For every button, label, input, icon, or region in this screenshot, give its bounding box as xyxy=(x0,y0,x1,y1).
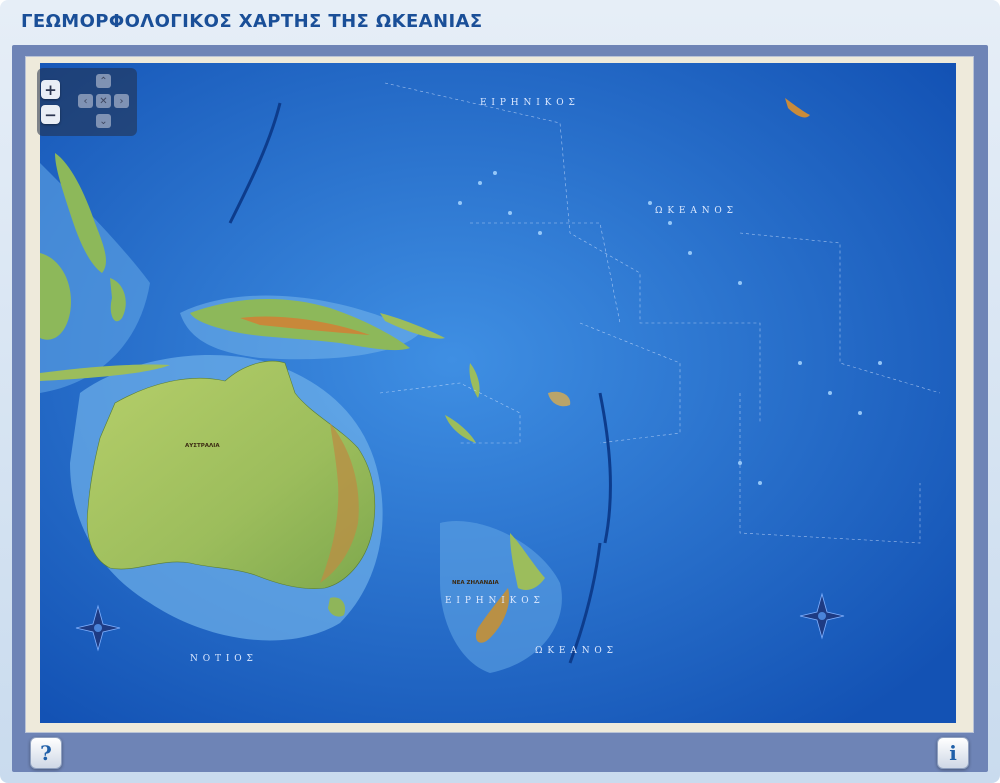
zoom-out-button[interactable]: − xyxy=(41,105,60,124)
ocean-label-south-pacific: Ε Ι Ρ Η Ν Ι Κ Ο Σ xyxy=(445,596,541,606)
ocean-label-pacific-ocean: Ω Κ Ε Α Ν Ο Σ xyxy=(655,206,734,216)
map-viewport[interactable]: Ε Ι Ρ Η Ν Ι Κ Ο Σ Ω Κ Ε Α Ν Ο Σ Ν Ο Τ Ι … xyxy=(40,63,956,723)
map-navigation-panel: + − ⌃ ‹ ✕ › ⌄ xyxy=(37,68,137,136)
country-label-australia: ΑΥΣΤΡΑΛΙΑ xyxy=(185,443,220,449)
pan-up-button[interactable]: ⌃ xyxy=(96,74,111,88)
pan-reset-button[interactable]: ✕ xyxy=(96,94,111,108)
country-label-new-zealand: ΝΕΑ ΖΗΛΑΝΔΙΑ xyxy=(452,580,500,586)
page-title: ΓΕΩΜΟΡΦΟΛΟΓΙΚΟΣ ΧΑΡΤΗΣ ΤΗΣ ΩΚΕΑΝΙΑΣ xyxy=(21,11,483,32)
help-button[interactable]: ? xyxy=(30,737,62,769)
ocean-label-south: Ν Ο Τ Ι Ο Σ xyxy=(190,654,254,664)
oceania-map[interactable]: Ε Ι Ρ Η Ν Ι Κ Ο Σ Ω Κ Ε Α Ν Ο Σ Ν Ο Τ Ι … xyxy=(40,63,956,723)
ocean-label-pacific-north: Ε Ι Ρ Η Ν Ι Κ Ο Σ xyxy=(480,98,576,108)
application-window: ΓΕΩΜΟΡΦΟΛΟΓΙΚΟΣ ΧΑΡΤΗΣ ΤΗΣ ΩΚΕΑΝΙΑΣ Ε Ι … xyxy=(0,0,1000,783)
pan-down-button[interactable]: ⌄ xyxy=(96,114,111,128)
ocean-label-south-ocean: Ω Κ Ε Α Ν Ο Σ xyxy=(535,646,614,656)
zoom-in-button[interactable]: + xyxy=(41,80,60,99)
info-button[interactable]: i xyxy=(937,737,969,769)
pan-right-button[interactable]: › xyxy=(114,94,129,108)
pan-left-button[interactable]: ‹ xyxy=(78,94,93,108)
